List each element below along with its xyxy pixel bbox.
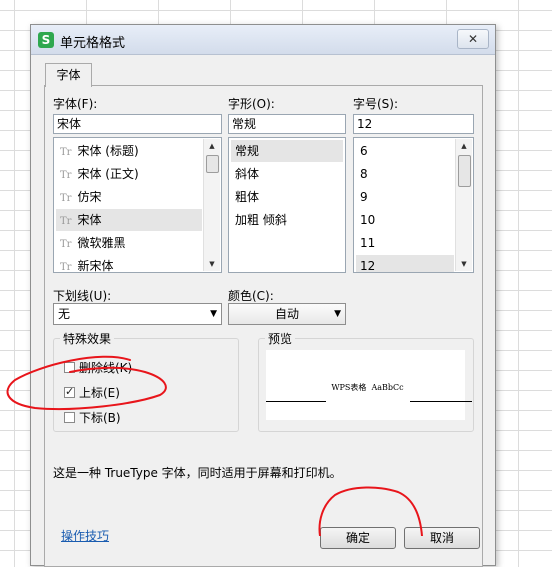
size-list-item[interactable]: 8 — [356, 163, 454, 185]
color-value: 自动 — [274, 307, 299, 321]
font-list[interactable]: Tr 宋体 (标题) Tr 宋体 (正文) Tr 仿宋 Tr 宋体 Tr 微软雅黑 Tr 新宋体 ▲ … — [53, 137, 222, 273]
size-input[interactable]: 12 — [353, 114, 474, 134]
size-list-item-label: 6 — [360, 144, 368, 158]
preview-area: WPS表格 AaBbCc — [266, 350, 472, 420]
font-list-item-label: 宋体 (标题) — [77, 144, 139, 158]
preview-baseline-right — [410, 401, 472, 402]
size-list-item-label: 9 — [360, 190, 368, 204]
size-list-item[interactable]: 6 — [356, 140, 454, 162]
preview-title: 预览 — [268, 332, 293, 346]
size-label: 字号(S): — [353, 97, 399, 111]
font-list-item[interactable]: Tr 宋体 (正文) — [56, 163, 202, 185]
scroll-up-arrow-icon[interactable]: ▲ — [204, 139, 220, 153]
font-list-item-label: 宋体 (正文) — [77, 167, 139, 181]
size-list-item-label: 8 — [360, 167, 368, 181]
effects-title: 特殊效果 — [63, 332, 112, 346]
size-list-item[interactable]: 12 — [356, 255, 454, 273]
font-list-item[interactable]: Tr 宋体 (标题) — [56, 140, 202, 162]
style-list-item[interactable]: 加粗 倾斜 — [231, 209, 343, 231]
tab-font[interactable]: 字体 — [45, 63, 92, 87]
size-list-item[interactable]: 10 — [356, 209, 454, 231]
superscript-checkbox[interactable] — [64, 385, 75, 398]
style-list-item-label: 粗体 — [235, 190, 260, 204]
scroll-down-arrow-icon[interactable]: ▼ — [204, 257, 220, 271]
size-list[interactable]: 6 8 9 10 11 12 ▲ ▼ — [353, 137, 474, 273]
color-select[interactable]: 自动 ▼ — [228, 303, 346, 325]
font-list-item-label: 微软雅黑 — [77, 236, 126, 250]
preview-sample: WPS表格 AaBbCc — [331, 383, 404, 392]
size-list-item[interactable]: 11 — [356, 232, 454, 254]
style-list-item-label: 斜体 — [235, 167, 260, 181]
strikethrough-checkbox[interactable] — [64, 362, 75, 373]
ok-button[interactable]: 确定 — [320, 527, 396, 549]
title-bar[interactable]: S 单元格格式 ✕ — [31, 25, 495, 55]
font-list-item[interactable]: Tr 宋体 — [56, 209, 202, 231]
cancel-button[interactable]: 取消 — [404, 527, 480, 549]
wps-spreadsheet-icon: S — [38, 32, 54, 48]
font-tab-panel: 字体(F): 宋体 Tr 宋体 (标题) Tr 宋体 (正文) Tr 仿宋 Tr 宋体 Tr 微软… — [44, 85, 483, 567]
truetype-icon: Tr — [60, 147, 72, 158]
scroll-thumb[interactable] — [206, 155, 219, 173]
truetype-icon: Tr — [60, 239, 72, 250]
style-list-item[interactable]: 常规 — [231, 140, 343, 162]
font-list-item[interactable]: Tr 仿宋 — [56, 186, 202, 208]
color-label: 颜色(C): — [228, 289, 274, 303]
subscript-checkbox[interactable] — [64, 412, 75, 423]
style-list-item-label: 常规 — [235, 144, 260, 158]
font-list-item-label: 新宋体 — [77, 259, 114, 273]
font-list-item-label: 仿宋 — [77, 190, 102, 204]
dropdown-arrow-icon: ▼ — [210, 309, 217, 319]
font-list-item[interactable]: Tr 微软雅黑 — [56, 232, 202, 254]
style-list-item[interactable]: 斜体 — [231, 163, 343, 185]
font-list-scrollbar[interactable]: ▲ ▼ — [203, 139, 220, 271]
truetype-icon: Tr — [60, 262, 72, 273]
font-note: 这是一种 TrueType 字体，同时适用于屏幕和打印机。 — [53, 466, 342, 480]
subscript-label: 下标(B) — [79, 411, 121, 425]
truetype-icon: Tr — [60, 216, 72, 227]
font-list-item[interactable]: Tr 新宋体 — [56, 255, 202, 273]
size-list-item[interactable]: 9 — [356, 186, 454, 208]
style-list-item[interactable]: 粗体 — [231, 186, 343, 208]
strikethrough-label: 删除线(K) — [79, 361, 133, 375]
style-label: 字形(O): — [228, 97, 275, 111]
style-list[interactable]: 常规斜体粗体加粗 倾斜 — [228, 137, 346, 273]
style-list-item-label: 加粗 倾斜 — [235, 213, 287, 227]
style-input[interactable]: 常规 — [228, 114, 346, 134]
close-button[interactable]: ✕ — [457, 29, 489, 49]
underline-select[interactable]: 无 ▼ — [53, 303, 222, 325]
font-list-item-label: 宋体 — [77, 213, 102, 227]
size-list-item-label: 11 — [360, 236, 376, 250]
scroll-up-arrow-icon[interactable]: ▲ — [456, 139, 472, 153]
size-list-item-label: 12 — [360, 259, 376, 273]
size-list-scrollbar[interactable]: ▲ ▼ — [455, 139, 472, 271]
font-input[interactable]: 宋体 — [53, 114, 222, 134]
underline-label: 下划线(U): — [53, 289, 112, 303]
superscript-label: 上标(E) — [79, 386, 120, 400]
format-cells-dialog: S 单元格格式 ✕ 字体 字体(F): 宋体 Tr 宋体 (标题) Tr 宋体 (正文… — [30, 24, 496, 567]
dialog-title: 单元格格式 — [60, 36, 126, 51]
truetype-icon: Tr — [60, 193, 72, 204]
dropdown-arrow-icon: ▼ — [334, 309, 341, 319]
underline-value: 无 — [58, 307, 71, 321]
font-label: 字体(F): — [53, 97, 98, 111]
truetype-icon: Tr — [60, 170, 72, 181]
size-list-item-label: 10 — [360, 213, 376, 227]
preview-baseline-left — [266, 401, 326, 402]
scroll-thumb[interactable] — [458, 155, 471, 187]
scroll-down-arrow-icon[interactable]: ▼ — [456, 257, 472, 271]
